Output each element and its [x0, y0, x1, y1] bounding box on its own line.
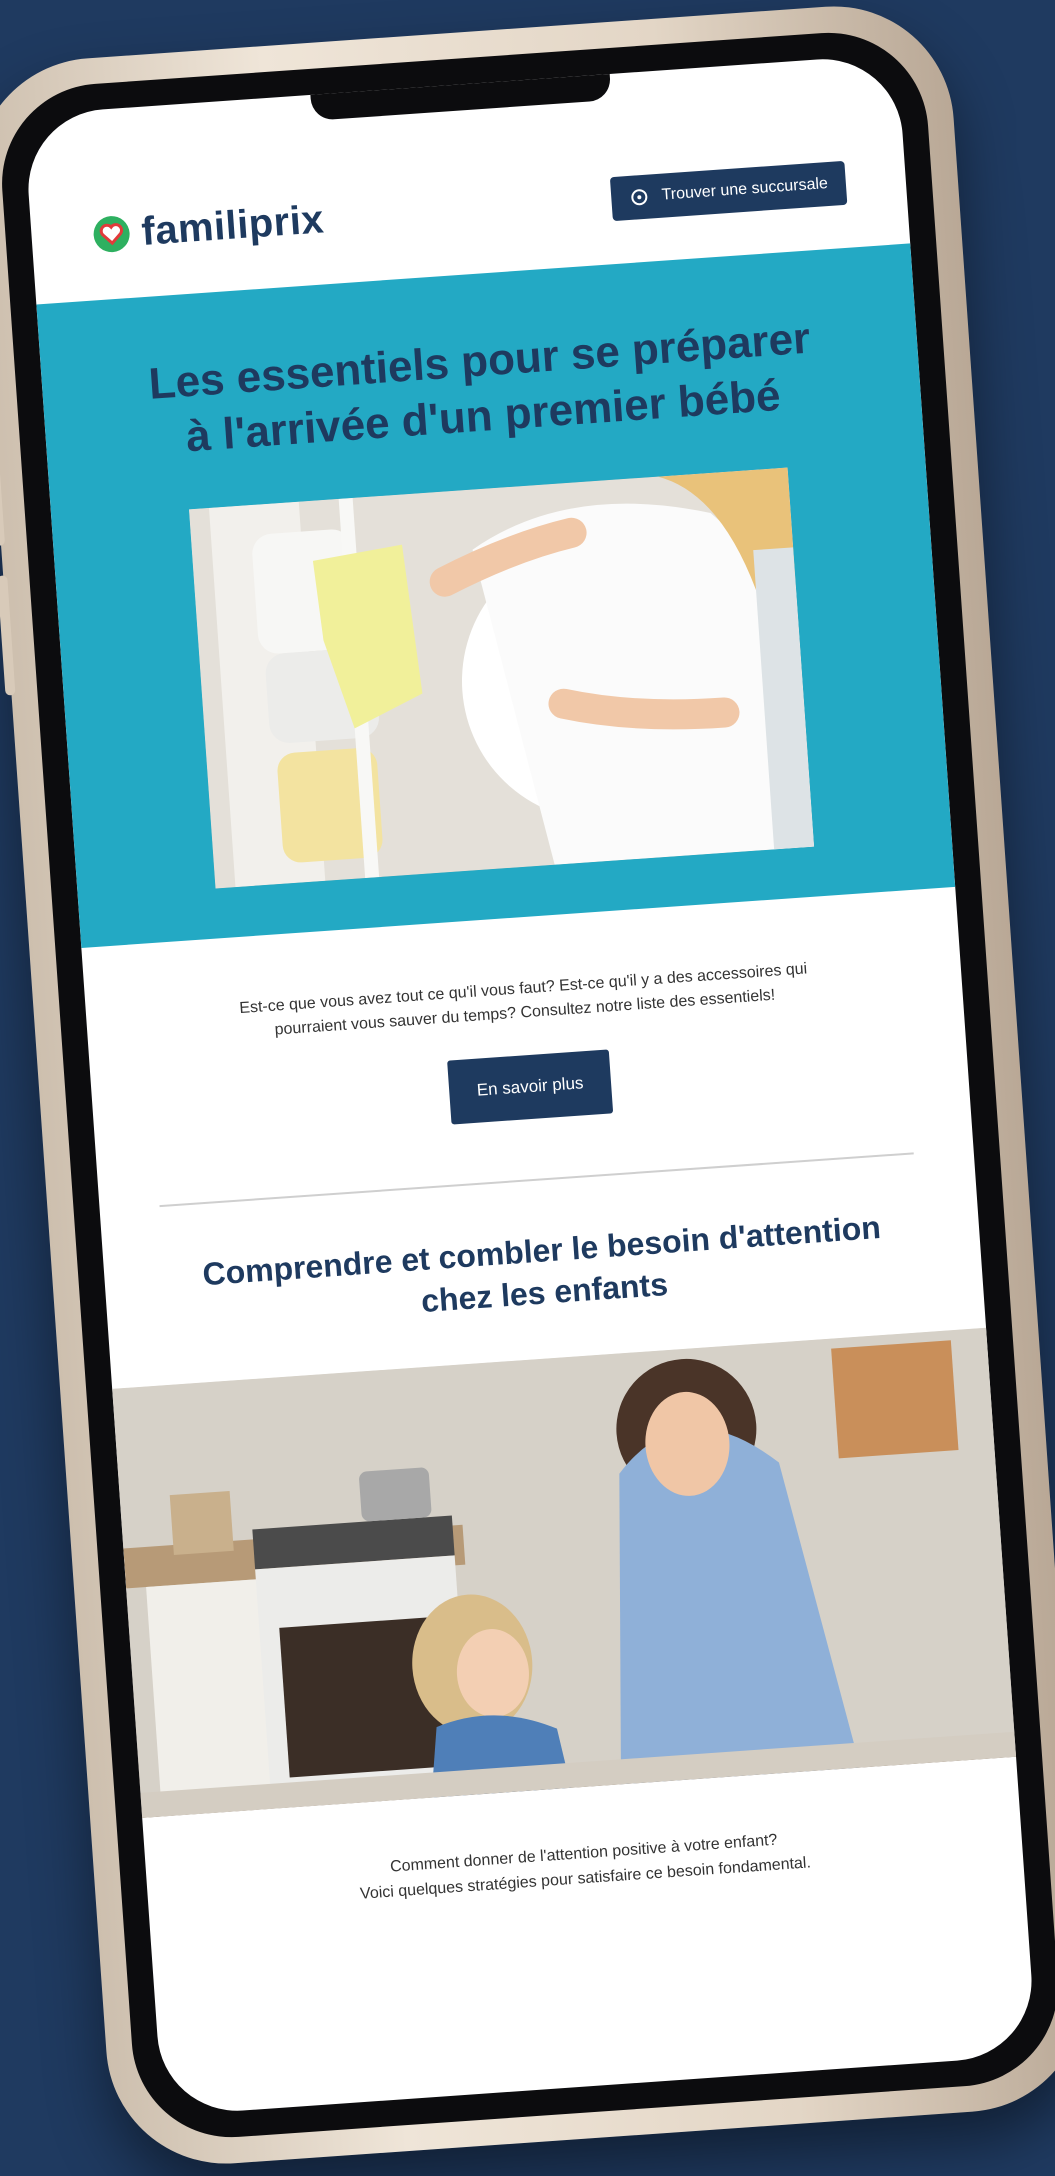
brand-name: familiprix	[139, 196, 326, 254]
find-store-button[interactable]: Trouver une succursale	[610, 160, 848, 222]
hero-image-illustration	[189, 467, 815, 889]
email-screen: familiprix Trouver une succursale Les es…	[23, 53, 1037, 2117]
brand-logo[interactable]: familiprix	[90, 197, 325, 258]
heart-logo-icon	[93, 216, 130, 253]
learn-more-button[interactable]: En savoir plus	[446, 1049, 614, 1125]
kitchen-image-illustration	[112, 1327, 1017, 1819]
find-store-label: Trouver une succursale	[661, 175, 829, 204]
article2-image-mother-child-kitchen[interactable]	[112, 1327, 1017, 1819]
location-target-icon	[631, 189, 648, 206]
hero-section: Les essentiels pour se préparer à l'arri…	[36, 243, 956, 948]
hero-image-pregnant-woman[interactable]	[189, 467, 815, 889]
phone-mockup: familiprix Trouver une succursale Les es…	[0, 0, 1055, 2172]
hero-title: Les essentiels pour se préparer à l'arri…	[100, 307, 862, 469]
